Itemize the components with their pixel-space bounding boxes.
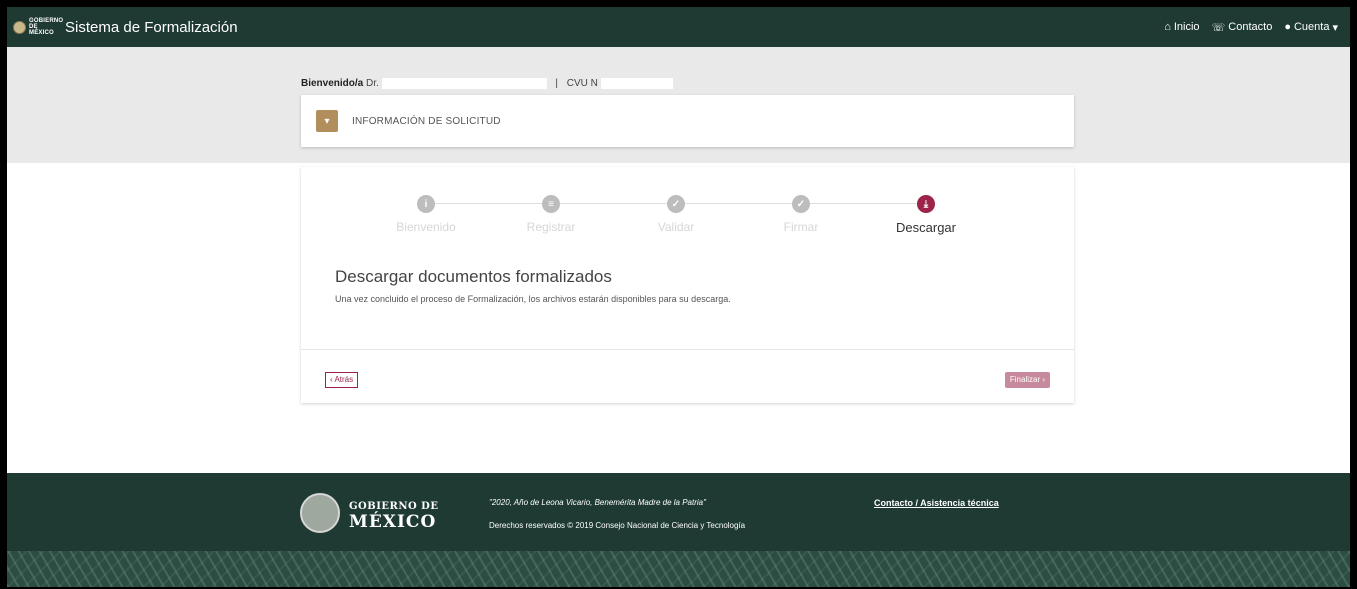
- browser-frame: GOBIERNO DE MÉXICO Sistema de Formalizac…: [7, 7, 1350, 587]
- check-icon: ✓: [792, 195, 810, 213]
- footer-motto: "2020, Año de Leona Vicario, Benemérita …: [489, 498, 706, 507]
- contact-icon: ☏: [1211, 21, 1226, 34]
- download-title: Descargar documentos formalizados: [335, 267, 612, 286]
- download-description: Una vez concluido el proceso de Formaliz…: [335, 294, 731, 304]
- step-label: Firmar: [783, 220, 819, 234]
- step-validar: ✓ Validar: [616, 195, 736, 234]
- gov-logo-text: GOBIERNO DE MÉXICO: [29, 18, 64, 36]
- divider: [301, 349, 1074, 350]
- app-title[interactable]: Sistema de Formalización: [65, 19, 238, 36]
- nav-cuenta-label: Cuenta: [1293, 21, 1330, 33]
- separator: |: [555, 78, 558, 90]
- redacted-cvu: [600, 78, 673, 89]
- back-button[interactable]: ‹ Atrás: [325, 372, 359, 388]
- info-card-label: INFORMACIÓN DE SOLICITUD: [352, 115, 501, 127]
- step-firmar: ✓ Firmar: [741, 195, 861, 234]
- footer: GOBIERNO DE MÉXICO "2020, Año de Leona V…: [7, 473, 1350, 551]
- step-registrar: ≡ Registrar: [491, 195, 611, 234]
- footer-gov-line2: MÉXICO: [349, 512, 437, 532]
- info-card[interactable]: ▾ INFORMACIÓN DE SOLICITUD: [301, 95, 1074, 147]
- top-navbar: GOBIERNO DE MÉXICO Sistema de Formalizac…: [7, 7, 1350, 47]
- nav-contacto-label: Contacto: [1228, 21, 1273, 33]
- step-descargar: ⤓ Descargar: [866, 195, 986, 235]
- info-icon: i: [417, 195, 435, 213]
- download-icon: ⤓: [917, 195, 935, 213]
- navbar-links: ⌂ Inicio ☏ Contacto ● Cuenta ▾: [1164, 21, 1338, 34]
- welcome-name: Dr.: [366, 78, 379, 90]
- footer-contact-link[interactable]: Contacto / Asistencia técnica: [874, 498, 999, 508]
- nav-inicio[interactable]: ⌂ Inicio: [1164, 21, 1199, 33]
- step-bienvenido: i Bienvenido: [366, 195, 486, 234]
- list-icon: ≡: [542, 195, 560, 213]
- welcome-label: Bienvenido/a: [301, 78, 364, 90]
- nav-contacto[interactable]: ☏ Contacto: [1212, 21, 1273, 34]
- finish-button[interactable]: Finalizar ›: [1004, 372, 1050, 388]
- step-label: Registrar: [526, 220, 576, 234]
- footer-rights: Derechos reservados © 2019 Consejo Nacio…: [489, 521, 746, 530]
- check-icon: ✓: [667, 195, 685, 213]
- main-card: i Bienvenido ≡ Registrar ✓ Validar ✓ Fir…: [301, 167, 1074, 403]
- seal-icon: [13, 20, 26, 34]
- cvu-label: CVU N: [566, 78, 598, 90]
- caret-down-icon: ▾: [1332, 21, 1338, 34]
- stepper: i Bienvenido ≡ Registrar ✓ Validar ✓ Fir…: [301, 189, 1074, 249]
- nav-cuenta[interactable]: ● Cuenta ▾: [1284, 21, 1338, 34]
- gov-logo[interactable]: GOBIERNO DE MÉXICO: [13, 18, 64, 36]
- user-icon: ●: [1284, 21, 1291, 33]
- footer-gov-line1: GOBIERNO DE: [349, 501, 439, 512]
- step-label: Bienvenido: [396, 220, 456, 234]
- home-icon: ⌂: [1164, 21, 1171, 33]
- step-label: Validar: [657, 220, 695, 234]
- welcome-line: Bienvenido/a Dr. | CVU N: [301, 78, 673, 89]
- nav-inicio-label: Inicio: [1173, 21, 1200, 33]
- chevron-down-icon[interactable]: ▾: [316, 110, 338, 132]
- step-label: Descargar: [896, 220, 956, 235]
- footer-pattern: [7, 551, 1350, 587]
- gov-emblem-icon: [300, 493, 340, 533]
- redacted-name: [381, 78, 547, 89]
